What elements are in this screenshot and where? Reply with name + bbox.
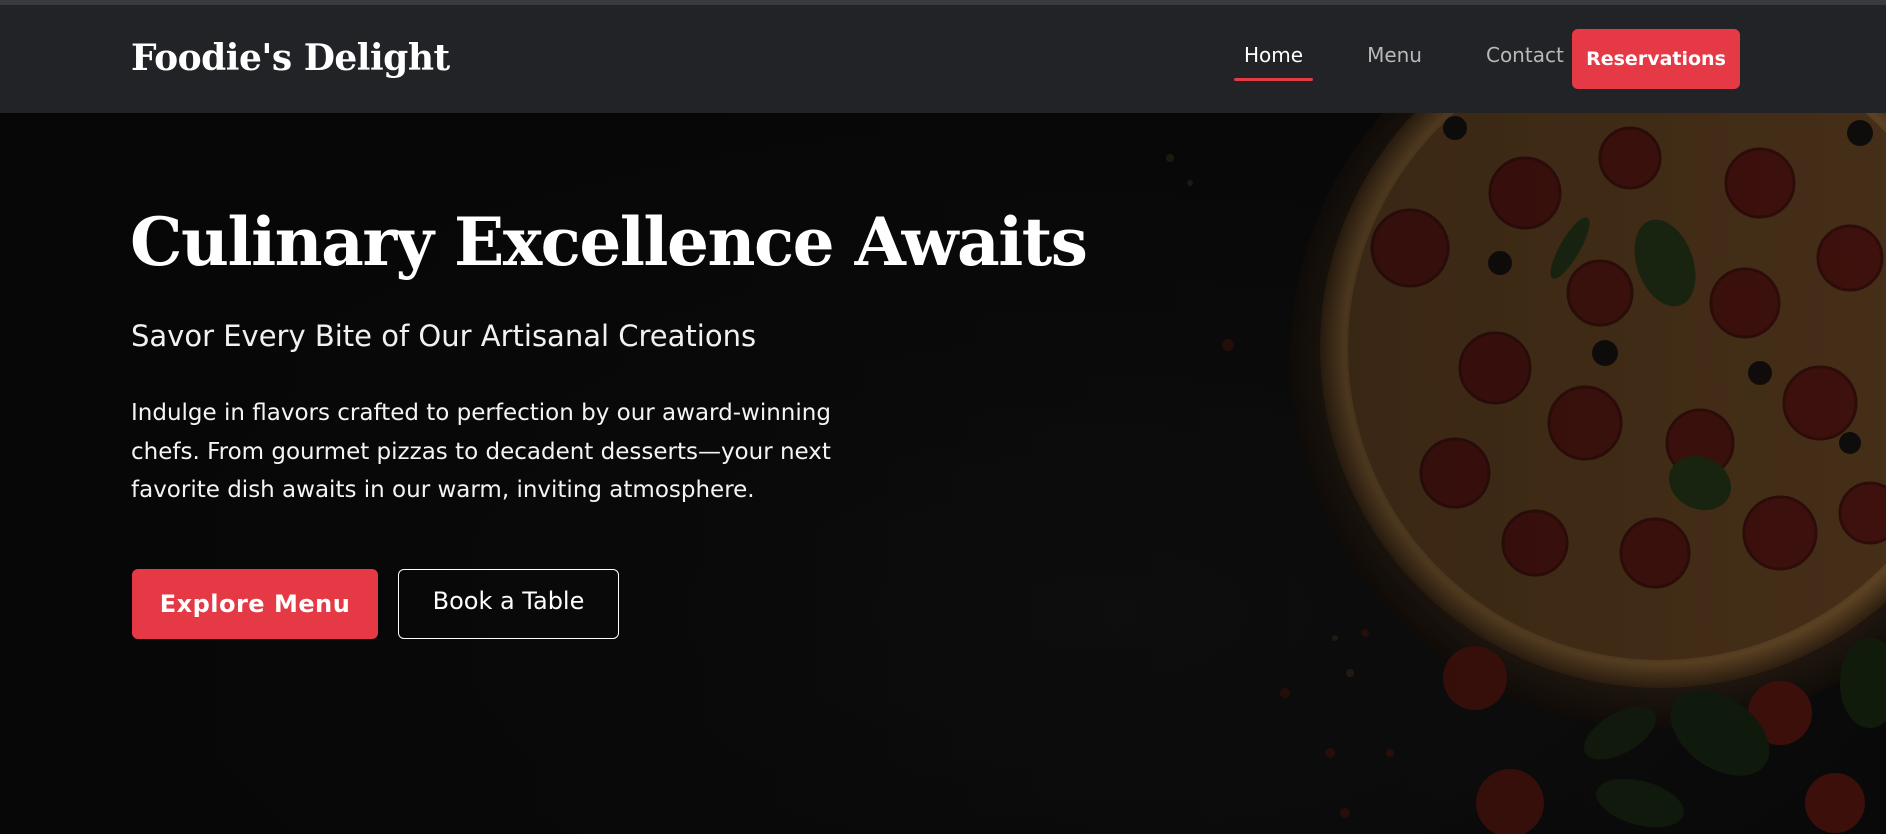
book-table-button[interactable]: Book a Table <box>398 569 619 639</box>
nav-link-contact[interactable]: Contact <box>1476 37 1574 81</box>
hero-description: Indulge in flavors crafted to perfection… <box>131 400 831 503</box>
hero-title: Culinary Excellence Awaits <box>130 203 1088 281</box>
navbar: Foodie's Delight Home Menu Contact Reser… <box>0 5 1886 113</box>
explore-menu-button[interactable]: Explore Menu <box>132 569 378 639</box>
hero-subtitle: Savor Every Bite of Our Artisanal Creati… <box>131 319 757 353</box>
brand-logo[interactable]: Foodie's Delight <box>131 37 450 79</box>
nav-link-menu[interactable]: Menu <box>1357 37 1432 81</box>
nav-links: Home Menu Contact <box>1234 5 1618 113</box>
hero-section: Culinary Excellence Awaits Savor Every B… <box>0 113 1886 834</box>
reservations-button[interactable]: Reservations <box>1572 29 1740 89</box>
nav-link-home[interactable]: Home <box>1234 37 1314 81</box>
